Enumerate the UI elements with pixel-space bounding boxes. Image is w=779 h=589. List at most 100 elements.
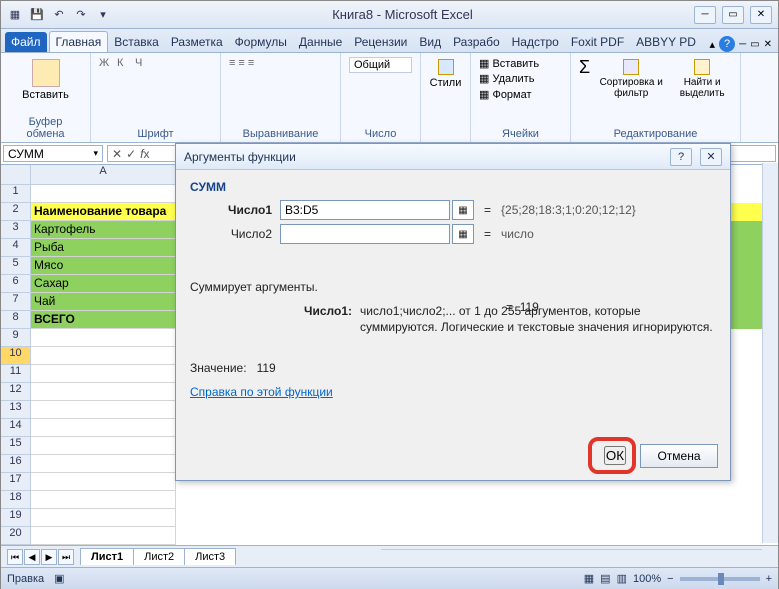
sheet-nav-prev[interactable]: ◀ — [24, 549, 40, 565]
cell[interactable]: Сахар — [31, 275, 176, 293]
cell[interactable] — [31, 329, 176, 347]
cell[interactable] — [31, 491, 176, 509]
sheet-nav-next[interactable]: ▶ — [41, 549, 57, 565]
close-button[interactable]: ✕ — [750, 6, 772, 24]
workbook-restore-icon[interactable]: ▭ — [750, 39, 759, 50]
cell[interactable] — [31, 365, 176, 383]
row-header[interactable]: 8 — [1, 311, 31, 329]
workbook-close-icon[interactable]: ✕ — [764, 39, 772, 50]
cancel-formula-icon[interactable]: ✕ — [112, 147, 122, 161]
number-format-select[interactable]: Общий — [349, 57, 412, 73]
sheet-nav-last[interactable]: ⏭ — [58, 549, 74, 565]
row-header[interactable]: 15 — [1, 437, 31, 455]
help-icon[interactable]: ? — [719, 36, 735, 52]
zoom-slider[interactable] — [680, 577, 760, 581]
format-cells-button[interactable]: ▦ Формат — [479, 88, 562, 103]
row-header[interactable]: 12 — [1, 383, 31, 401]
row-header[interactable]: 11 — [1, 365, 31, 383]
tab-file[interactable]: Файл — [5, 32, 47, 52]
bold-icon[interactable]: Ж — [99, 57, 113, 71]
cell[interactable] — [31, 347, 176, 365]
tab-formulas[interactable]: Формулы — [229, 32, 293, 52]
cell[interactable] — [31, 473, 176, 491]
arg2-refedit-button[interactable]: ▦ — [452, 224, 474, 244]
vertical-scrollbar[interactable] — [762, 163, 778, 543]
row-header[interactable]: 16 — [1, 455, 31, 473]
delete-cells-button[interactable]: ▦ Удалить — [479, 72, 562, 87]
view-normal-icon[interactable]: ▦ — [584, 572, 594, 585]
select-all-corner[interactable] — [1, 165, 31, 185]
tab-insert[interactable]: Вставка — [108, 32, 165, 52]
save-button[interactable]: 💾 — [27, 5, 47, 25]
tab-foxit[interactable]: Foxit PDF — [565, 32, 630, 52]
zoom-level[interactable]: 100% — [633, 573, 661, 585]
cell[interactable]: Чай — [31, 293, 176, 311]
arg1-input[interactable] — [280, 200, 450, 220]
row-header[interactable]: 17 — [1, 473, 31, 491]
zoom-in-button[interactable]: + — [766, 573, 772, 585]
tab-developer[interactable]: Разрабо — [447, 32, 506, 52]
row-header[interactable]: 2 — [1, 203, 31, 221]
row-header[interactable]: 18 — [1, 491, 31, 509]
sheet-tab-2[interactable]: Лист2 — [133, 548, 185, 565]
sheet-nav-first[interactable]: ⏮ — [7, 549, 23, 565]
underline-icon[interactable]: Ч — [135, 57, 149, 71]
cell[interactable] — [31, 401, 176, 419]
align-right-icon[interactable]: ≡ — [248, 57, 254, 69]
cell[interactable] — [31, 383, 176, 401]
row-header[interactable]: 9 — [1, 329, 31, 347]
tab-home[interactable]: Главная — [49, 31, 109, 52]
row-header[interactable]: 7 — [1, 293, 31, 311]
tab-data[interactable]: Данные — [293, 32, 348, 52]
minimize-ribbon-icon[interactable]: ▴ — [710, 38, 716, 51]
view-layout-icon[interactable]: ▤ — [600, 572, 610, 585]
row-header[interactable]: 10 — [1, 347, 31, 365]
align-left-icon[interactable]: ≡ — [229, 57, 235, 69]
row-header[interactable]: 20 — [1, 527, 31, 545]
cell[interactable]: ВСЕГО — [31, 311, 176, 329]
cell[interactable] — [31, 185, 176, 203]
view-pagebreak-icon[interactable]: ▥ — [617, 572, 627, 585]
ok-button[interactable]: ОК — [604, 446, 626, 465]
tab-pagelayout[interactable]: Разметка — [165, 32, 229, 52]
arg1-refedit-button[interactable]: ▦ — [452, 200, 474, 220]
row-header[interactable]: 4 — [1, 239, 31, 257]
qat-more-icon[interactable]: ▾ — [93, 5, 113, 25]
tab-review[interactable]: Рецензии — [348, 32, 413, 52]
styles-button[interactable]: Стили — [429, 57, 462, 91]
function-help-link[interactable]: Справка по этой функции — [190, 385, 333, 399]
find-select-button[interactable]: Найти и выделить — [672, 57, 732, 101]
undo-button[interactable]: ↶ — [49, 5, 69, 25]
zoom-out-button[interactable]: − — [667, 573, 673, 585]
cell[interactable] — [31, 455, 176, 473]
row-header[interactable]: 13 — [1, 401, 31, 419]
cell[interactable] — [31, 437, 176, 455]
minimize-button[interactable]: ─ — [694, 6, 716, 24]
fx-icon[interactable]: fx — [140, 147, 149, 161]
dialog-help-button[interactable]: ? — [670, 148, 692, 166]
name-box[interactable]: СУММ ▾ — [3, 145, 103, 162]
row-header[interactable]: 14 — [1, 419, 31, 437]
maximize-button[interactable]: ▭ — [722, 6, 744, 24]
macro-record-icon[interactable]: ▣ — [54, 572, 64, 585]
cell[interactable] — [31, 527, 176, 545]
cell[interactable]: Картофель — [31, 221, 176, 239]
row-header[interactable]: 19 — [1, 509, 31, 527]
row-header[interactable]: 3 — [1, 221, 31, 239]
cell[interactable]: Наименование товара — [31, 203, 176, 221]
paste-button[interactable]: Вставить — [9, 57, 82, 103]
cell[interactable]: Рыба — [31, 239, 176, 257]
sheet-tab-1[interactable]: Лист1 — [80, 548, 134, 565]
enter-formula-icon[interactable]: ✓ — [126, 147, 136, 161]
redo-button[interactable]: ↷ — [71, 5, 91, 25]
insert-cells-button[interactable]: ▦ Вставить — [479, 57, 562, 72]
cell[interactable]: Мясо — [31, 257, 176, 275]
cell[interactable] — [31, 509, 176, 527]
arg2-input[interactable] — [280, 224, 450, 244]
sheet-tab-3[interactable]: Лист3 — [184, 548, 236, 565]
sort-filter-button[interactable]: Сортировка и фильтр — [596, 57, 666, 101]
row-header[interactable]: 5 — [1, 257, 31, 275]
workbook-min-icon[interactable]: ─ — [739, 39, 746, 50]
row-header[interactable]: 1 — [1, 185, 31, 203]
autosum-icon[interactable]: Σ — [579, 57, 590, 101]
